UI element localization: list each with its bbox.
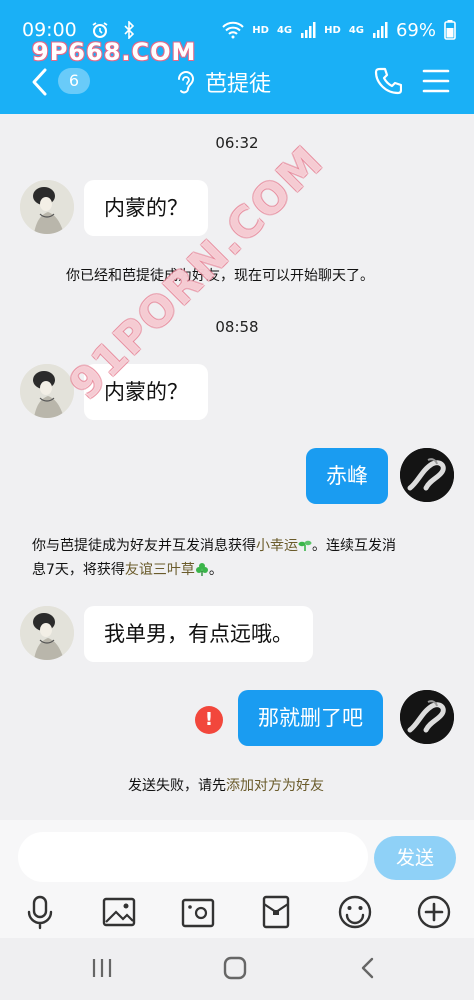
unread-badge[interactable]: 6 bbox=[58, 68, 90, 94]
system-message: 你已经和芭提徒成为好友，现在可以开始聊天了。 bbox=[66, 268, 374, 284]
message-bubble-incoming[interactable]: 内蒙的？ bbox=[84, 180, 208, 236]
network-label-1: 4G bbox=[276, 24, 293, 36]
image-icon[interactable] bbox=[101, 894, 137, 930]
toolbar bbox=[0, 888, 474, 934]
self-avatar[interactable] bbox=[400, 448, 454, 502]
avatar-self-icon bbox=[400, 448, 454, 502]
send-failed-icon[interactable]: ! bbox=[195, 706, 223, 734]
system-text: 。连续互发消 bbox=[312, 538, 396, 554]
system-text: 息7天，将获得 bbox=[32, 562, 125, 578]
back-nav-icon[interactable] bbox=[356, 956, 380, 980]
message-bubble-incoming[interactable]: 我单男，有点远哦。 bbox=[84, 606, 313, 662]
system-text: 发送失败，请先 bbox=[128, 778, 226, 794]
camera-icon[interactable] bbox=[180, 894, 216, 930]
battery-percent: 69% bbox=[395, 19, 436, 41]
send-failed-notice: 发送失败，请先添加对方为好友 bbox=[128, 774, 324, 798]
alarm-icon bbox=[92, 22, 108, 38]
contact-avatar[interactable] bbox=[20, 364, 74, 418]
back-button[interactable] bbox=[28, 66, 50, 98]
clover-icon bbox=[195, 563, 208, 576]
message-bubble-outgoing[interactable]: 那就删了吧 bbox=[238, 690, 383, 746]
red-packet-icon[interactable] bbox=[258, 894, 294, 930]
add-friend-link[interactable]: 添加对方为好友 bbox=[226, 778, 324, 794]
system-text: 你与芭提徒成为好友并互发消息获得 bbox=[32, 538, 256, 554]
signal-icon bbox=[301, 22, 316, 38]
ear-icon[interactable] bbox=[174, 70, 196, 96]
sprout-icon bbox=[298, 540, 312, 551]
message-input[interactable] bbox=[18, 832, 368, 882]
network-label-2: 4G bbox=[348, 24, 364, 36]
contact-avatar[interactable] bbox=[20, 180, 74, 234]
phone-icon[interactable] bbox=[374, 66, 402, 96]
timestamp: 08:58 bbox=[215, 318, 259, 336]
hd-label-1: HD bbox=[252, 24, 269, 36]
avatar-portrait-icon bbox=[20, 606, 74, 660]
clover-link[interactable]: 友谊三叶草 bbox=[125, 562, 195, 578]
timestamp: 06:32 bbox=[215, 134, 259, 152]
message-bubble-outgoing[interactable]: 赤峰 bbox=[306, 448, 388, 504]
plus-icon[interactable] bbox=[416, 894, 452, 930]
home-icon[interactable] bbox=[223, 956, 247, 980]
lucky-link[interactable]: 小幸运 bbox=[256, 538, 298, 554]
avatar-self-icon bbox=[400, 690, 454, 744]
emoji-icon[interactable] bbox=[337, 894, 373, 930]
nav-bar: 6 芭提徒 bbox=[0, 62, 474, 102]
battery-icon bbox=[444, 20, 456, 40]
message-bubble-incoming[interactable]: 内蒙的？ bbox=[84, 364, 208, 420]
chat-area[interactable]: 06:32 内蒙的？ 你已经和芭提徒成为好友，现在可以开始聊天了。 08:58 … bbox=[0, 114, 474, 820]
input-bar: 发送 bbox=[0, 820, 474, 938]
bluetooth-icon bbox=[124, 21, 134, 39]
system-text: 。 bbox=[208, 562, 223, 578]
menu-icon[interactable] bbox=[422, 68, 450, 94]
recent-apps-icon[interactable] bbox=[90, 956, 114, 980]
avatar-portrait-icon bbox=[20, 180, 74, 234]
chat-header: 09:00 HD 4G HD 4G 69% 9P668.COM 6 芭提徒 bbox=[0, 0, 474, 114]
system-nav-bar bbox=[0, 938, 474, 1000]
microphone-icon[interactable] bbox=[22, 894, 58, 930]
wifi-icon bbox=[222, 21, 245, 39]
avatar-portrait-icon bbox=[20, 364, 74, 418]
contact-avatar[interactable] bbox=[20, 606, 74, 660]
hd-label-2: HD bbox=[324, 24, 341, 36]
chat-title: 芭提徒 bbox=[205, 72, 272, 97]
send-button[interactable]: 发送 bbox=[374, 836, 456, 880]
system-message: 你与芭提徒成为好友并互发消息获得小幸运 。连续互发消 息7天，将获得友谊三叶草。 bbox=[32, 534, 452, 582]
signal-icon-2 bbox=[372, 22, 388, 38]
self-avatar[interactable] bbox=[400, 690, 454, 744]
